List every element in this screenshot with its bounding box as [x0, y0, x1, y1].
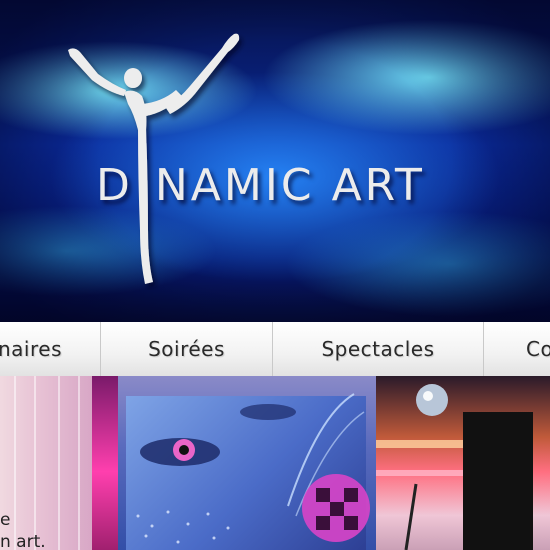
speaker-cabinet [463, 412, 533, 550]
logo-wordmark: D NAMIC ART [96, 160, 425, 211]
left-curtain-panel [0, 376, 92, 550]
curtain-stripe [58, 376, 60, 550]
curtain-stripe [14, 376, 16, 550]
banner-text-line: n art. [0, 532, 46, 550]
logo-letter-d: D [96, 160, 133, 211]
main-navigation: naires Soirées Spectacles Co [0, 322, 550, 376]
logo-word-art: ART [331, 160, 425, 211]
nav-item-soirees[interactable]: Soirées [101, 322, 272, 376]
nav-item-label: Soirées [148, 337, 225, 361]
nav-item-label: naires [0, 337, 62, 361]
curtain-stripe [78, 376, 80, 550]
nav-item-label: Co [526, 337, 550, 361]
nav-item-seminaires[interactable]: naires [0, 322, 100, 376]
projection-face-icon [136, 393, 370, 544]
hero-banner: D NAMIC ART [0, 0, 550, 322]
hero-photo: e n art. [0, 376, 550, 550]
logo-word-namic: NAMIC [154, 160, 315, 211]
nav-item-contact[interactable]: Co [484, 322, 550, 376]
banner-text-line: e [0, 510, 11, 530]
stage-light-column [92, 376, 118, 550]
curtain-stripe [34, 376, 36, 550]
nav-item-spectacles[interactable]: Spectacles [273, 322, 483, 376]
nav-item-label: Spectacles [321, 337, 435, 361]
